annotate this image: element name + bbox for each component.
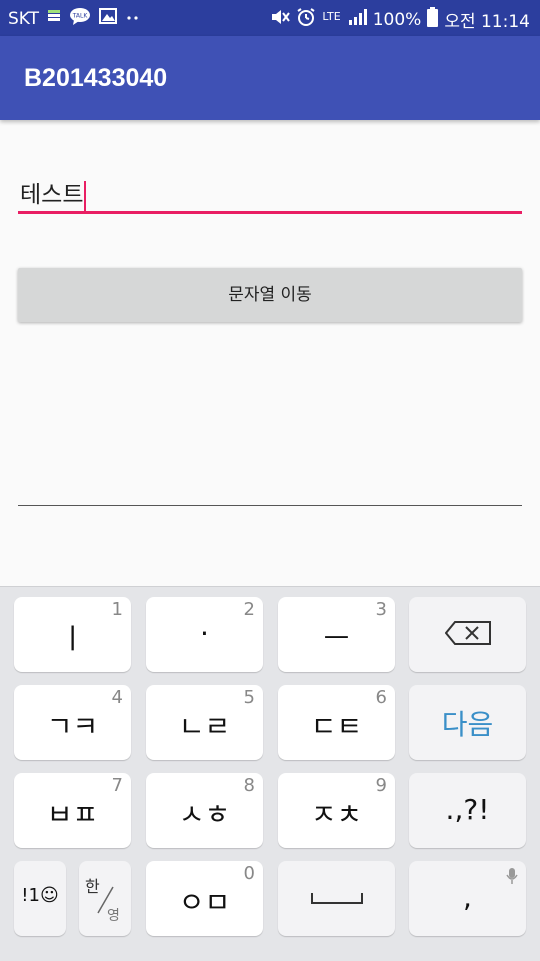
battery-percent: 100% — [372, 9, 422, 30]
comma-key[interactable]: , — [409, 861, 526, 936]
key-i[interactable]: 1 ㅣ — [14, 597, 131, 672]
text-cursor — [84, 180, 87, 211]
symbols-key[interactable]: !1☺ — [14, 861, 66, 936]
key-j-ch[interactable]: 9 ㅈㅊ — [278, 773, 395, 848]
text-input[interactable]: 테스트 — [18, 170, 522, 214]
space-key[interactable] — [278, 861, 395, 936]
mute-icon — [270, 8, 291, 31]
text-input-value: 테스트 — [20, 175, 87, 211]
key-s-h[interactable]: 8 ㅅㅎ — [146, 773, 263, 848]
input-underline — [18, 211, 522, 214]
key-dot[interactable]: 2 · — [146, 597, 263, 672]
language-toggle-key[interactable]: 한 영 — [79, 861, 131, 936]
app-title: B201433040 — [24, 64, 168, 92]
key-d-t[interactable]: 6 ㄷㅌ — [278, 685, 395, 760]
lang-bottom-label: 영 — [107, 908, 120, 924]
key-g-k[interactable]: 4 ㄱㅋ — [14, 685, 131, 760]
network-label: LTE — [322, 10, 341, 23]
alarm-icon — [296, 7, 316, 32]
sim-icon — [47, 9, 61, 28]
clock: 오전 11:14 — [444, 12, 530, 32]
key-b-p[interactable]: 7 ㅂㅍ — [14, 773, 131, 848]
talk-badge: TALK — [72, 13, 89, 20]
next-key[interactable]: 다음 — [409, 685, 526, 760]
keyboard: 1 ㅣ 2 · 3 ㅡ 4 ㄱㅋ 5 ㄴㄹ 6 ㄷㅌ 다음 7 ㅂㅍ 8 ㅅㅎ — [0, 586, 540, 961]
space-icon — [311, 893, 363, 904]
battery-icon — [427, 7, 439, 32]
key-n-r[interactable]: 5 ㄴㄹ — [146, 685, 263, 760]
status-bar: SKT TALK LTE 100% 오전 11:14 — [0, 0, 540, 36]
talk-icon: TALK — [69, 7, 91, 30]
dots-icon — [125, 10, 141, 28]
app-bar: B201433040 — [0, 36, 540, 120]
backspace-icon — [445, 621, 491, 645]
image-icon — [99, 8, 118, 29]
key-o-m[interactable]: 0 ㅇㅁ — [146, 861, 263, 936]
signal-icon — [347, 8, 367, 31]
punctuation-key[interactable]: .,?! — [409, 773, 526, 848]
carrier-label: SKT — [8, 8, 40, 29]
key-eu[interactable]: 3 ㅡ — [278, 597, 395, 672]
move-string-button[interactable]: 문자열 이동 — [18, 268, 522, 322]
backspace-key[interactable] — [409, 597, 526, 672]
output-divider — [18, 505, 522, 506]
microphone-icon — [506, 868, 518, 884]
